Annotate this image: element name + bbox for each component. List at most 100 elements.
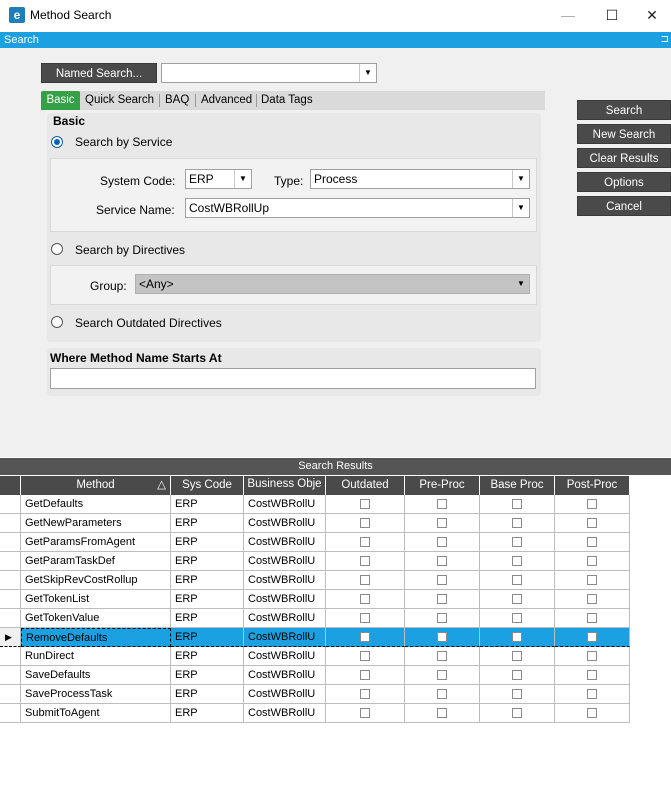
row-selector[interactable] — [0, 685, 21, 704]
cell-base-proc[interactable] — [480, 571, 555, 590]
radio-search-outdated[interactable] — [51, 316, 63, 328]
cell-post-proc[interactable] — [555, 552, 630, 571]
cell-pre-proc[interactable] — [405, 514, 480, 533]
checkbox-outdated[interactable] — [360, 651, 370, 661]
cell-outdated[interactable] — [326, 628, 405, 647]
row-selector[interactable] — [0, 495, 21, 514]
cell-base-proc[interactable] — [480, 704, 555, 723]
checkbox-post-proc[interactable] — [587, 575, 597, 585]
cell-bo[interactable]: CostWBRollU — [244, 552, 326, 571]
cell-bo[interactable]: CostWBRollU — [244, 571, 326, 590]
cell-method[interactable]: SubmitToAgent — [21, 704, 171, 723]
cell-base-proc[interactable] — [480, 514, 555, 533]
tab-data-tags[interactable]: Data Tags — [261, 91, 313, 110]
checkbox-base-proc[interactable] — [512, 651, 522, 661]
cell-pre-proc[interactable] — [405, 704, 480, 723]
checkbox-outdated[interactable] — [360, 518, 370, 528]
cell-outdated[interactable] — [326, 609, 405, 628]
cell-post-proc[interactable] — [555, 533, 630, 552]
service-name-combo[interactable]: CostWBRollUp ▼ — [185, 198, 530, 218]
cell-method[interactable]: GetNewParameters — [21, 514, 171, 533]
cell-base-proc[interactable] — [480, 552, 555, 571]
cell-pre-proc[interactable] — [405, 666, 480, 685]
chevron-down-icon[interactable]: ▼ — [512, 170, 529, 188]
cell-base-proc[interactable] — [480, 533, 555, 552]
checkbox-outdated[interactable] — [360, 670, 370, 680]
chevron-down-icon[interactable]: ▼ — [513, 275, 529, 293]
cell-bo[interactable]: CostWBRollU — [244, 590, 326, 609]
cell-pre-proc[interactable] — [405, 552, 480, 571]
cell-outdated[interactable] — [326, 495, 405, 514]
checkbox-post-proc[interactable] — [587, 537, 597, 547]
cell-bo[interactable]: CostWBRollU — [244, 685, 326, 704]
cell-pre-proc[interactable] — [405, 533, 480, 552]
cell-method[interactable]: RunDirect — [21, 647, 171, 666]
tab-advanced[interactable]: Advanced — [201, 91, 252, 110]
cell-outdated[interactable] — [326, 685, 405, 704]
cell-bo[interactable]: CostWBRollU — [244, 533, 326, 552]
checkbox-base-proc[interactable] — [512, 708, 522, 718]
cell-sys[interactable]: ERP — [171, 495, 244, 514]
cell-sys[interactable]: ERP — [171, 590, 244, 609]
checkbox-base-proc[interactable] — [512, 689, 522, 699]
pin-icon[interactable]: ⊐ — [661, 32, 669, 48]
table-row[interactable]: GetParamTaskDef ERP CostWBRollU — [0, 552, 630, 571]
table-row[interactable]: GetTokenValue ERP CostWBRollU — [0, 609, 630, 628]
options-button[interactable]: Options — [577, 172, 671, 192]
cell-outdated[interactable] — [326, 533, 405, 552]
cell-post-proc[interactable] — [555, 590, 630, 609]
row-selector[interactable] — [0, 552, 21, 571]
cell-outdated[interactable] — [326, 552, 405, 571]
row-selector[interactable] — [0, 609, 21, 628]
close-button[interactable]: ✕ — [629, 0, 671, 30]
table-row[interactable]: GetNewParameters ERP CostWBRollU — [0, 514, 630, 533]
column-header-sys-code[interactable]: Sys Code — [171, 476, 244, 495]
cell-base-proc[interactable] — [480, 609, 555, 628]
checkbox-post-proc[interactable] — [587, 518, 597, 528]
cell-bo[interactable]: CostWBRollU — [244, 704, 326, 723]
cell-pre-proc[interactable] — [405, 495, 480, 514]
new-search-button[interactable]: New Search — [577, 124, 671, 144]
table-row[interactable]: GetParamsFromAgent ERP CostWBRollU — [0, 533, 630, 552]
checkbox-pre-proc[interactable] — [437, 575, 447, 585]
checkbox-post-proc[interactable] — [587, 556, 597, 566]
cell-base-proc[interactable] — [480, 590, 555, 609]
cell-sys[interactable]: ERP — [171, 571, 244, 590]
cell-post-proc[interactable] — [555, 685, 630, 704]
cell-method[interactable]: SaveDefaults — [21, 666, 171, 685]
cell-post-proc[interactable] — [555, 495, 630, 514]
column-header-base-proc[interactable]: Base Proc — [480, 476, 555, 495]
search-button[interactable]: Search — [577, 100, 671, 120]
clear-results-button[interactable]: Clear Results — [577, 148, 671, 168]
checkbox-outdated[interactable] — [360, 708, 370, 718]
cell-base-proc[interactable] — [480, 628, 555, 647]
table-row[interactable]: SubmitToAgent ERP CostWBRollU — [0, 704, 630, 723]
cell-method[interactable]: SaveProcessTask — [21, 685, 171, 704]
cell-pre-proc[interactable] — [405, 647, 480, 666]
cell-sys[interactable]: ERP — [171, 552, 244, 571]
checkbox-post-proc[interactable] — [587, 499, 597, 509]
cell-post-proc[interactable] — [555, 571, 630, 590]
named-search-combo[interactable]: ▼ — [161, 63, 377, 83]
cell-base-proc[interactable] — [480, 685, 555, 704]
checkbox-outdated[interactable] — [360, 632, 370, 642]
checkbox-pre-proc[interactable] — [437, 708, 447, 718]
cell-method[interactable]: GetTokenList — [21, 590, 171, 609]
row-selector[interactable] — [0, 647, 21, 666]
cell-sys[interactable]: ERP — [171, 704, 244, 723]
row-selector[interactable] — [0, 533, 21, 552]
checkbox-base-proc[interactable] — [512, 499, 522, 509]
cell-outdated[interactable] — [326, 666, 405, 685]
chevron-down-icon[interactable]: ▼ — [359, 64, 376, 82]
checkbox-outdated[interactable] — [360, 594, 370, 604]
cell-pre-proc[interactable] — [405, 571, 480, 590]
row-selector[interactable] — [0, 704, 21, 723]
checkbox-base-proc[interactable] — [512, 518, 522, 528]
cell-method[interactable]: RemoveDefaults — [21, 628, 171, 647]
cell-method[interactable]: GetTokenValue — [21, 609, 171, 628]
table-row[interactable]: SaveDefaults ERP CostWBRollU — [0, 666, 630, 685]
cell-sys[interactable]: ERP — [171, 514, 244, 533]
row-selector[interactable] — [0, 571, 21, 590]
cell-outdated[interactable] — [326, 514, 405, 533]
cell-pre-proc[interactable] — [405, 685, 480, 704]
